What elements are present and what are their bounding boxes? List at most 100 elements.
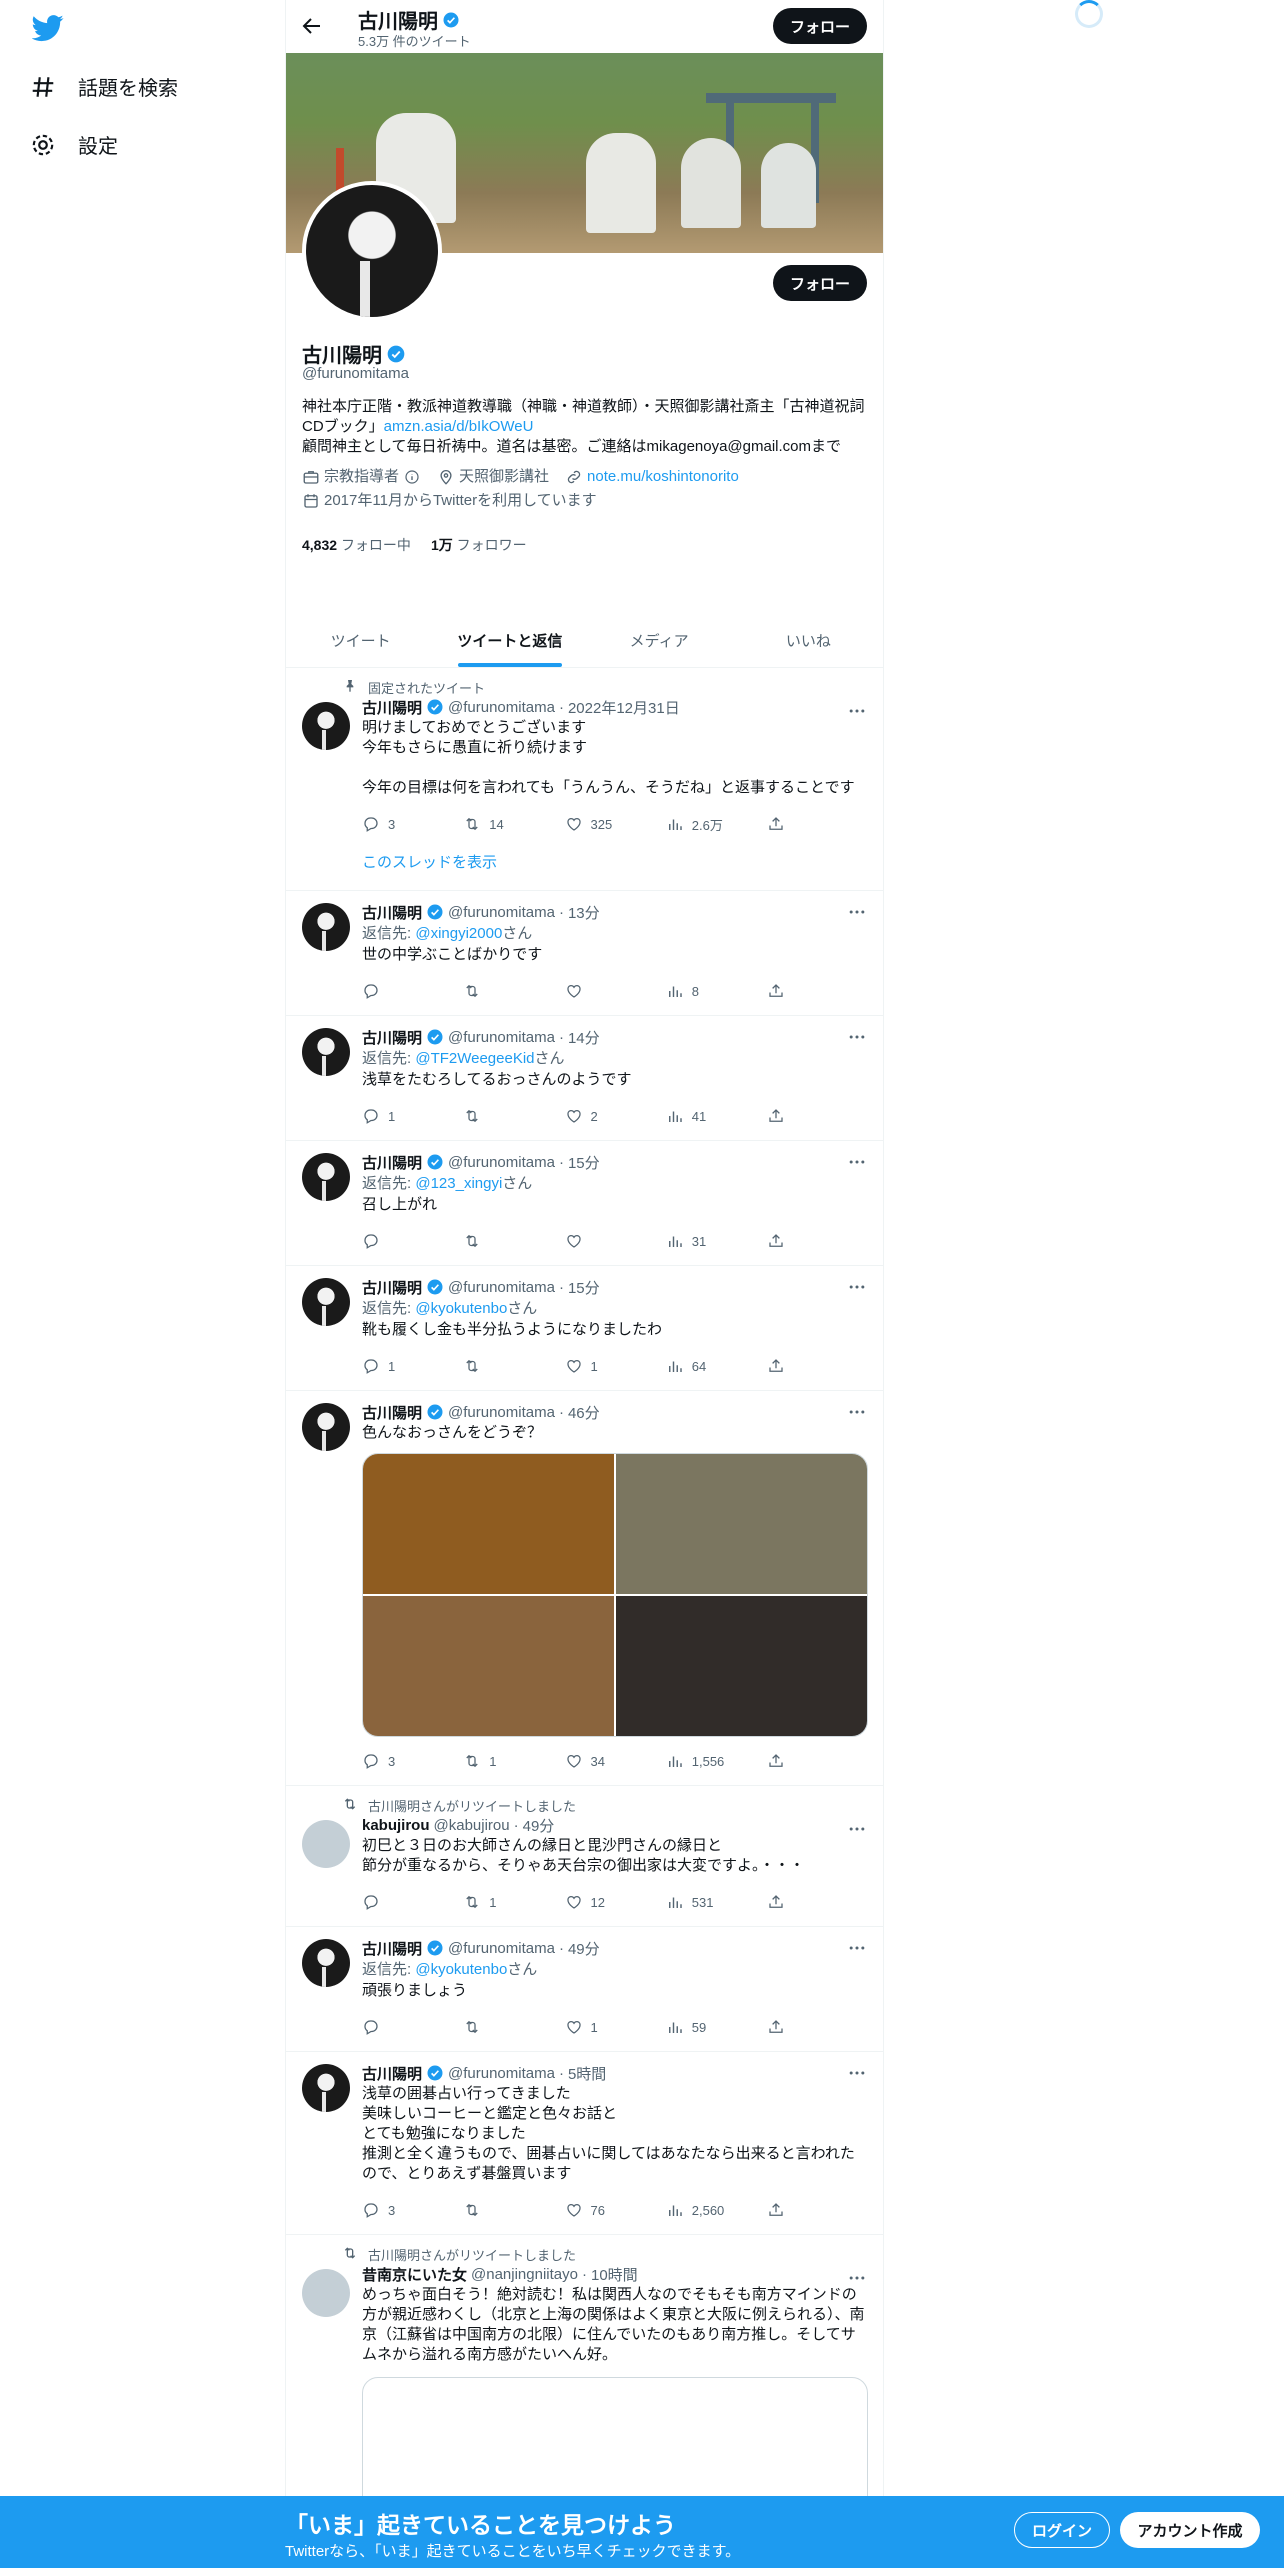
tweet-time[interactable]: 15分 — [568, 1152, 600, 1173]
retweet-button[interactable]: 1 — [463, 1893, 533, 1911]
avatar[interactable] — [302, 1403, 350, 1451]
tab-tweets-and-replies[interactable]: ツイートと返信 — [435, 615, 584, 667]
more-options-icon[interactable] — [847, 2268, 867, 2288]
author-handle[interactable]: @furunomitama — [448, 904, 555, 921]
avatar[interactable] — [302, 1153, 350, 1201]
author-handle[interactable]: @furunomitama — [448, 1940, 555, 1957]
nav-settings[interactable]: 設定 — [30, 130, 118, 159]
like-button[interactable] — [565, 1232, 635, 1250]
retweet-button[interactable] — [463, 982, 533, 1000]
like-button[interactable]: 1 — [565, 2018, 635, 2036]
author-name[interactable]: kabujirou — [362, 1817, 430, 1834]
author-handle[interactable]: @furunomitama — [448, 1154, 555, 1171]
share-button[interactable] — [767, 1357, 787, 1375]
tweet[interactable]: 古川陽明 @furunomitama · 15分 返信先: @kyokutenboさん靴… — [286, 1266, 883, 1391]
tweet-image[interactable] — [363, 1454, 614, 1594]
tweet-time[interactable]: 49分 — [568, 1938, 600, 1959]
tweet-image[interactable] — [616, 1596, 867, 1736]
tweet[interactable]: 固定されたツイート 古川陽明 @furunomitama · 2022年12月31日 明け… — [286, 668, 883, 891]
retweet-button[interactable] — [463, 1107, 533, 1125]
retweet-button[interactable] — [463, 2018, 533, 2036]
author-handle[interactable]: @furunomitama — [448, 2065, 555, 2082]
tab-tweets[interactable]: ツイート — [286, 615, 435, 667]
reply-to-handle[interactable]: @xingyi2000 — [415, 925, 502, 942]
tweet[interactable]: 古川陽明 @furunomitama · 49分 返信先: @kyokutenboさん頑… — [286, 1927, 883, 2052]
views-button[interactable]: 8 — [666, 982, 736, 1000]
like-button[interactable]: 2 — [565, 1107, 635, 1125]
signup-button[interactable]: アカウント作成 — [1120, 2512, 1260, 2548]
like-button[interactable]: 12 — [565, 1893, 635, 1911]
views-button[interactable]: 59 — [666, 2018, 736, 2036]
avatar[interactable] — [302, 903, 350, 951]
reply-button[interactable]: 3 — [362, 1752, 432, 1770]
avatar[interactable] — [302, 1278, 350, 1326]
tweet[interactable]: 古川陽明 @furunomitama · 5時間 浅草の囲碁占い行ってきました 美味しい… — [286, 2052, 883, 2235]
tweet-time[interactable]: 10時間 — [591, 2264, 638, 2285]
like-button[interactable]: 325 — [565, 815, 635, 833]
following-link[interactable]: 4,832 フォロー中 — [302, 535, 411, 555]
more-options-icon[interactable] — [847, 902, 867, 922]
more-options-icon[interactable] — [847, 1938, 867, 1958]
more-options-icon[interactable] — [847, 701, 867, 721]
show-thread-link[interactable]: このスレッドを表示 — [362, 844, 867, 890]
reply-button[interactable]: 3 — [362, 2201, 432, 2219]
reply-button[interactable] — [362, 1893, 432, 1911]
author-name[interactable]: 昔南京にいた女 — [362, 2264, 467, 2285]
retweet-button[interactable]: 14 — [463, 815, 533, 833]
info-icon[interactable] — [403, 468, 421, 486]
views-button[interactable]: 2,560 — [666, 2201, 736, 2219]
views-button[interactable]: 31 — [666, 1232, 736, 1250]
author-handle[interactable]: @furunomitama — [448, 699, 555, 716]
views-button[interactable]: 531 — [666, 1893, 736, 1911]
retweet-button[interactable] — [463, 2201, 533, 2219]
views-button[interactable]: 41 — [666, 1107, 736, 1125]
avatar[interactable] — [302, 1820, 350, 1868]
tweet[interactable]: 古川陽明さんがリツイートしました kabujirou @kabujirou · 49分初… — [286, 1786, 883, 1927]
avatar[interactable] — [302, 2269, 350, 2317]
reply-to-handle[interactable]: @123_xingyi — [415, 1175, 502, 1192]
retweet-button[interactable] — [463, 1357, 533, 1375]
tweet-time[interactable]: 49分 — [523, 1815, 555, 1836]
share-button[interactable] — [767, 2018, 787, 2036]
author-handle[interactable]: @nanjingniitayo — [471, 2266, 578, 2283]
tab-media[interactable]: メディア — [585, 615, 734, 667]
avatar[interactable] — [302, 2064, 350, 2112]
author-handle[interactable]: @furunomitama — [448, 1279, 555, 1296]
reply-button[interactable] — [362, 1232, 432, 1250]
more-options-icon[interactable] — [847, 1402, 867, 1422]
profile-follow-button[interactable]: フォロー — [773, 265, 867, 301]
tweet-time[interactable]: 46分 — [568, 1402, 600, 1423]
avatar[interactable] — [302, 702, 350, 750]
more-options-icon[interactable] — [847, 1027, 867, 1047]
tab-likes[interactable]: いいね — [734, 615, 883, 667]
twitter-logo-icon[interactable] — [32, 12, 64, 44]
tweet-image[interactable] — [363, 1596, 614, 1736]
bio-link[interactable]: amzn.asia/d/bIkOWeU — [384, 418, 534, 435]
share-button[interactable] — [767, 1893, 787, 1911]
tweet-time[interactable]: 2022年12月31日 — [568, 697, 680, 718]
reply-button[interactable]: 1 — [362, 1357, 432, 1375]
tweet-time[interactable]: 15分 — [568, 1277, 600, 1298]
header-follow-button[interactable]: フォロー — [773, 8, 867, 44]
more-options-icon[interactable] — [847, 2063, 867, 2083]
followers-link[interactable]: 1万 フォロワー — [431, 535, 527, 555]
author-name[interactable]: 古川陽明 — [362, 2063, 422, 2084]
share-button[interactable] — [767, 1107, 787, 1125]
reply-button[interactable] — [362, 2018, 432, 2036]
share-button[interactable] — [767, 2201, 787, 2219]
tweet[interactable]: 古川陽明 @furunomitama · 15分 返信先: @123_xingyiさん召… — [286, 1141, 883, 1266]
retweet-button[interactable] — [463, 1232, 533, 1250]
reply-button[interactable] — [362, 982, 432, 1000]
reply-button[interactable]: 3 — [362, 815, 432, 833]
author-name[interactable]: 古川陽明 — [362, 1402, 422, 1423]
share-button[interactable] — [767, 815, 787, 833]
reply-to-handle[interactable]: @kyokutenbo — [415, 1961, 507, 1978]
like-button[interactable]: 34 — [565, 1752, 635, 1770]
avatar[interactable] — [302, 1028, 350, 1076]
avatar[interactable] — [302, 1939, 350, 1987]
reply-to-handle[interactable]: @kyokutenbo — [415, 1300, 507, 1317]
like-button[interactable]: 1 — [565, 1357, 635, 1375]
views-button[interactable]: 2.6万 — [666, 815, 736, 834]
share-button[interactable] — [767, 1752, 787, 1770]
reply-button[interactable]: 1 — [362, 1107, 432, 1125]
